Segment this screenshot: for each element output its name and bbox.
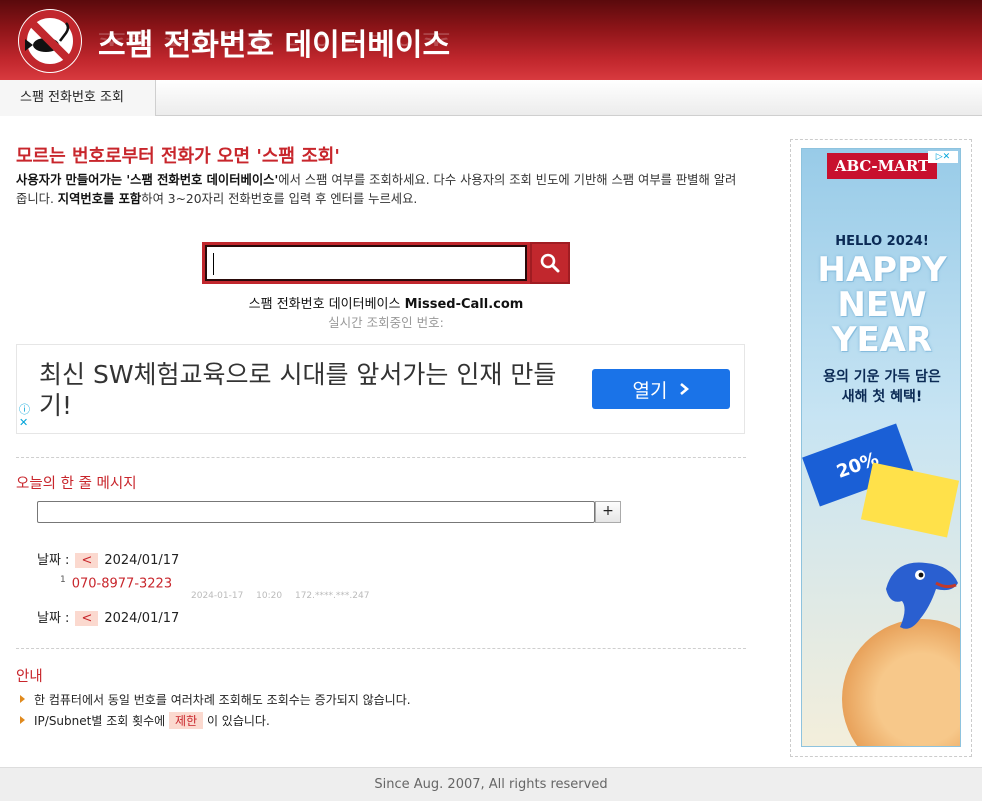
ad-close-icon[interactable]: ✕	[19, 416, 30, 429]
page-description: 사용자가 만들어가는 '스팸 전화번호 데이터베이스'에서 스팸 여부를 조회하…	[16, 171, 746, 209]
desc-part-1: 사용자가 만들어가는	[16, 173, 127, 187]
site-tagline-prefix: 스팸 전화번호 데이터베이스	[248, 297, 405, 312]
notice-item-2a: IP/Subnet별 조회 횟수에	[34, 714, 170, 728]
live-lookup-label: 실시간 조회중인 번호:	[328, 315, 444, 330]
message-add-button[interactable]: +	[595, 501, 621, 523]
message-title-c: 메시지	[91, 476, 137, 492]
date-row: 날짜 : <2024/01/17	[37, 549, 179, 568]
bullet-arrow-icon	[20, 695, 25, 703]
entry-phone-link[interactable]: 070-8977-3223	[72, 576, 172, 591]
divider	[16, 457, 746, 458]
entry-time: 2024-01-17 10:20	[191, 591, 283, 601]
nav-bar: 스팸 전화번호 조회	[0, 80, 982, 116]
site-title-reflection: 스팸 전화번호 데이터베이스	[98, 28, 451, 48]
ad-sub-1: 용의 기운 가득 담은	[823, 369, 941, 385]
notice-item: IP/Subnet별 조회 횟수에 제한 이 있습니다.	[20, 712, 270, 729]
desc-part-2: '스팸 전화번호 데이터베이스'	[126, 173, 279, 187]
desc-part-5: 하여 3~20자리 전화번호를 입력 후 엔터를 누르세요.	[141, 192, 418, 206]
banner-ad-open-button[interactable]: 열기	[592, 369, 730, 409]
banner-ad[interactable]: 최신 SW체험교육으로 시대를 앞서가는 인재 만들기! 열기 ⓘ ✕	[16, 344, 745, 434]
message-title-b: 한 줄	[60, 476, 92, 492]
notice-item: 한 컴퓨터에서 동일 번호를 여러차례 조회해도 조회수는 증가되지 않습니다.	[20, 691, 411, 708]
notice-item-2c: 이 있습니다.	[203, 714, 270, 728]
brand-name: ABC-MART	[826, 153, 938, 179]
page-headline: 모르는 번호로부터 전화가 오면 '스팸 조회'	[16, 146, 340, 167]
coupon-yellow	[860, 462, 960, 538]
chevron-right-icon	[680, 383, 690, 395]
date-value: 2024/01/17	[104, 611, 180, 626]
text-cursor	[213, 253, 214, 275]
no-fish-hook-logo-icon[interactable]	[16, 7, 84, 75]
site-tagline: 스팸 전화번호 데이터베이스 Missed-Call.com	[16, 293, 756, 312]
entry-meta: 2024-01-17 10:20 172.****.***.247	[191, 591, 369, 601]
entry-ip: 172.****.***.247	[294, 591, 370, 601]
search-button[interactable]	[530, 242, 570, 284]
banner-ad-text[interactable]: 최신 SW체험교육으로 시대를 앞서가는 인재 만들기!	[39, 359, 579, 421]
search-icon	[540, 253, 560, 273]
ad-happy-new-year: HAPPY NEW YEAR	[817, 250, 947, 360]
ad-subtitle: 용의 기운 가득 담은 새해 첫 혜택!	[802, 367, 960, 407]
notice-item-1: 한 컴퓨터에서 동일 번호를 여러차례 조회해도 조회수는 증가되지 않습니다.	[34, 693, 411, 707]
date-value: 2024/01/17	[104, 553, 180, 568]
message-input[interactable]	[37, 501, 595, 523]
ad-sub-2: 새해 첫 혜택!	[841, 389, 923, 405]
phone-search-input[interactable]	[202, 242, 530, 284]
message-entry: 1 070-8977-3223	[60, 575, 172, 591]
divider	[16, 648, 746, 649]
entry-number: 1	[60, 575, 66, 585]
adchoices-icon[interactable]: ▷✕	[928, 151, 958, 163]
site-header: 스팸 전화번호 데이터베이스 스팸 전화번호 데이터베이스	[0, 0, 982, 80]
banner-ad-open-label: 열기	[632, 379, 668, 402]
date-row: 날짜 : <2024/01/17	[37, 607, 179, 626]
prev-date-button[interactable]: <	[75, 611, 99, 626]
ad-hello: HELLO 2024!	[835, 234, 929, 249]
date-label: 날짜 :	[37, 553, 70, 568]
date-label: 날짜 :	[37, 611, 70, 626]
ad-choices-icons[interactable]: ⓘ ✕	[19, 403, 30, 429]
notice-title: 안내	[16, 669, 43, 685]
ad-info-icon[interactable]: ⓘ	[19, 403, 30, 416]
site-footer: Since Aug. 2007, All rights reserved	[0, 767, 982, 801]
site-domain: Missed-Call.com	[404, 297, 524, 312]
search-box	[202, 242, 572, 284]
message-section-title: 오늘의 한 줄 메시지	[16, 472, 137, 493]
tab-spam-lookup[interactable]: 스팸 전화번호 조회	[0, 80, 156, 116]
bullet-arrow-icon	[20, 716, 25, 724]
desc-part-4: 지역번호를 포함	[57, 192, 142, 206]
message-title-a: 오늘의	[16, 476, 61, 492]
prev-date-button[interactable]: <	[75, 553, 99, 568]
notice-limit-badge: 제한	[169, 712, 204, 729]
blue-dragon-icon	[886, 562, 958, 629]
side-banner-ad[interactable]: ABC-MART ▷✕ HELLO 2024! HAPPY NEW YEAR 용…	[801, 148, 961, 747]
